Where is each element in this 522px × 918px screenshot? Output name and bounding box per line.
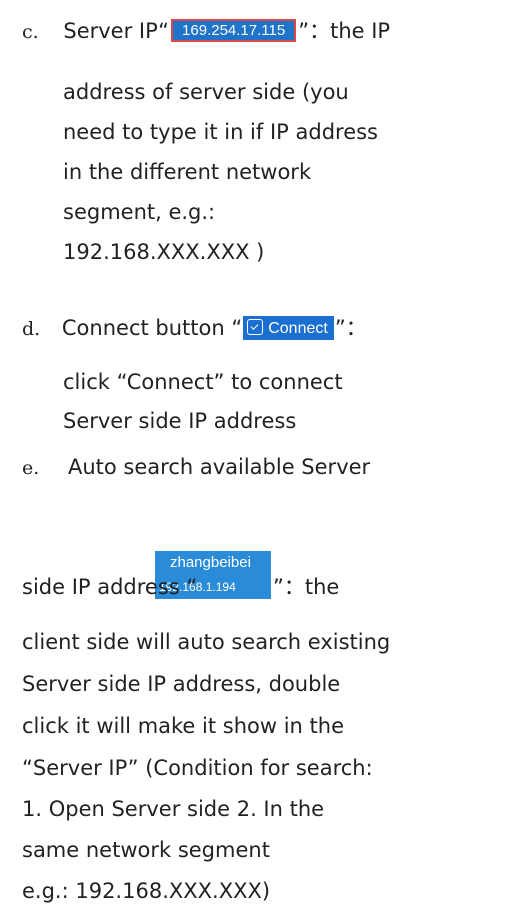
item-e-line: click it will make it show in the: [22, 714, 345, 738]
item-e-line: client side will auto search existing: [22, 630, 391, 654]
item-e-line: 1. Open Server side 2. In the: [22, 797, 325, 821]
connect-button-label: Connect: [268, 320, 328, 337]
item-d-line: click “Connect” to connect: [63, 370, 343, 394]
item-e-heading: e. Auto search available Server: [22, 457, 370, 478]
item-c-line: need to type it in if IP address: [63, 120, 378, 144]
connect-button: Connect: [243, 316, 334, 340]
item-c-marker: c.: [22, 21, 39, 43]
item-e-first-line: Auto search available Server: [67, 455, 371, 479]
server-ip-field: 169.254.17.115: [171, 19, 297, 42]
connect-check-icon: [247, 319, 264, 335]
item-e-marker: e.: [22, 457, 40, 479]
item-e-line: “Server IP” (Condition for search:: [22, 756, 373, 780]
item-c-line: address of server side (you: [63, 80, 349, 104]
item-e-label-after: ”：the: [273, 575, 340, 599]
item-d-line: Server side IP address: [63, 409, 297, 433]
item-c-line: 192.168.XXX.XXX ): [63, 240, 265, 264]
item-d-label: Connect button “: [61, 316, 243, 340]
item-e-line: Server side IP address, double: [22, 672, 341, 696]
item-e-label: side IP address “: [22, 575, 198, 599]
item-c-label-after: ”：the IP: [298, 19, 391, 43]
document-page: c. Server IP“ 169.254.17.115 ”：the IP addr…: [0, 0, 522, 918]
item-d-label-after: ”：: [334, 316, 367, 340]
server-name: zhangbeibei: [170, 554, 251, 571]
item-d-heading: d. Connect button “ Connect ”：: [22, 316, 367, 340]
item-e-line: e.g.: 192.168.XXX.XXX): [22, 879, 271, 903]
item-c-line: in the different network: [63, 160, 312, 184]
item-c-label: Server IP“: [63, 19, 170, 43]
item-c-heading: c. Server IP“ 169.254.17.115 ”：the IP: [22, 19, 390, 42]
item-d-marker: d.: [22, 318, 41, 340]
item-c-line: segment, e.g.:: [63, 200, 216, 224]
item-e-line: same network segment: [22, 838, 270, 862]
